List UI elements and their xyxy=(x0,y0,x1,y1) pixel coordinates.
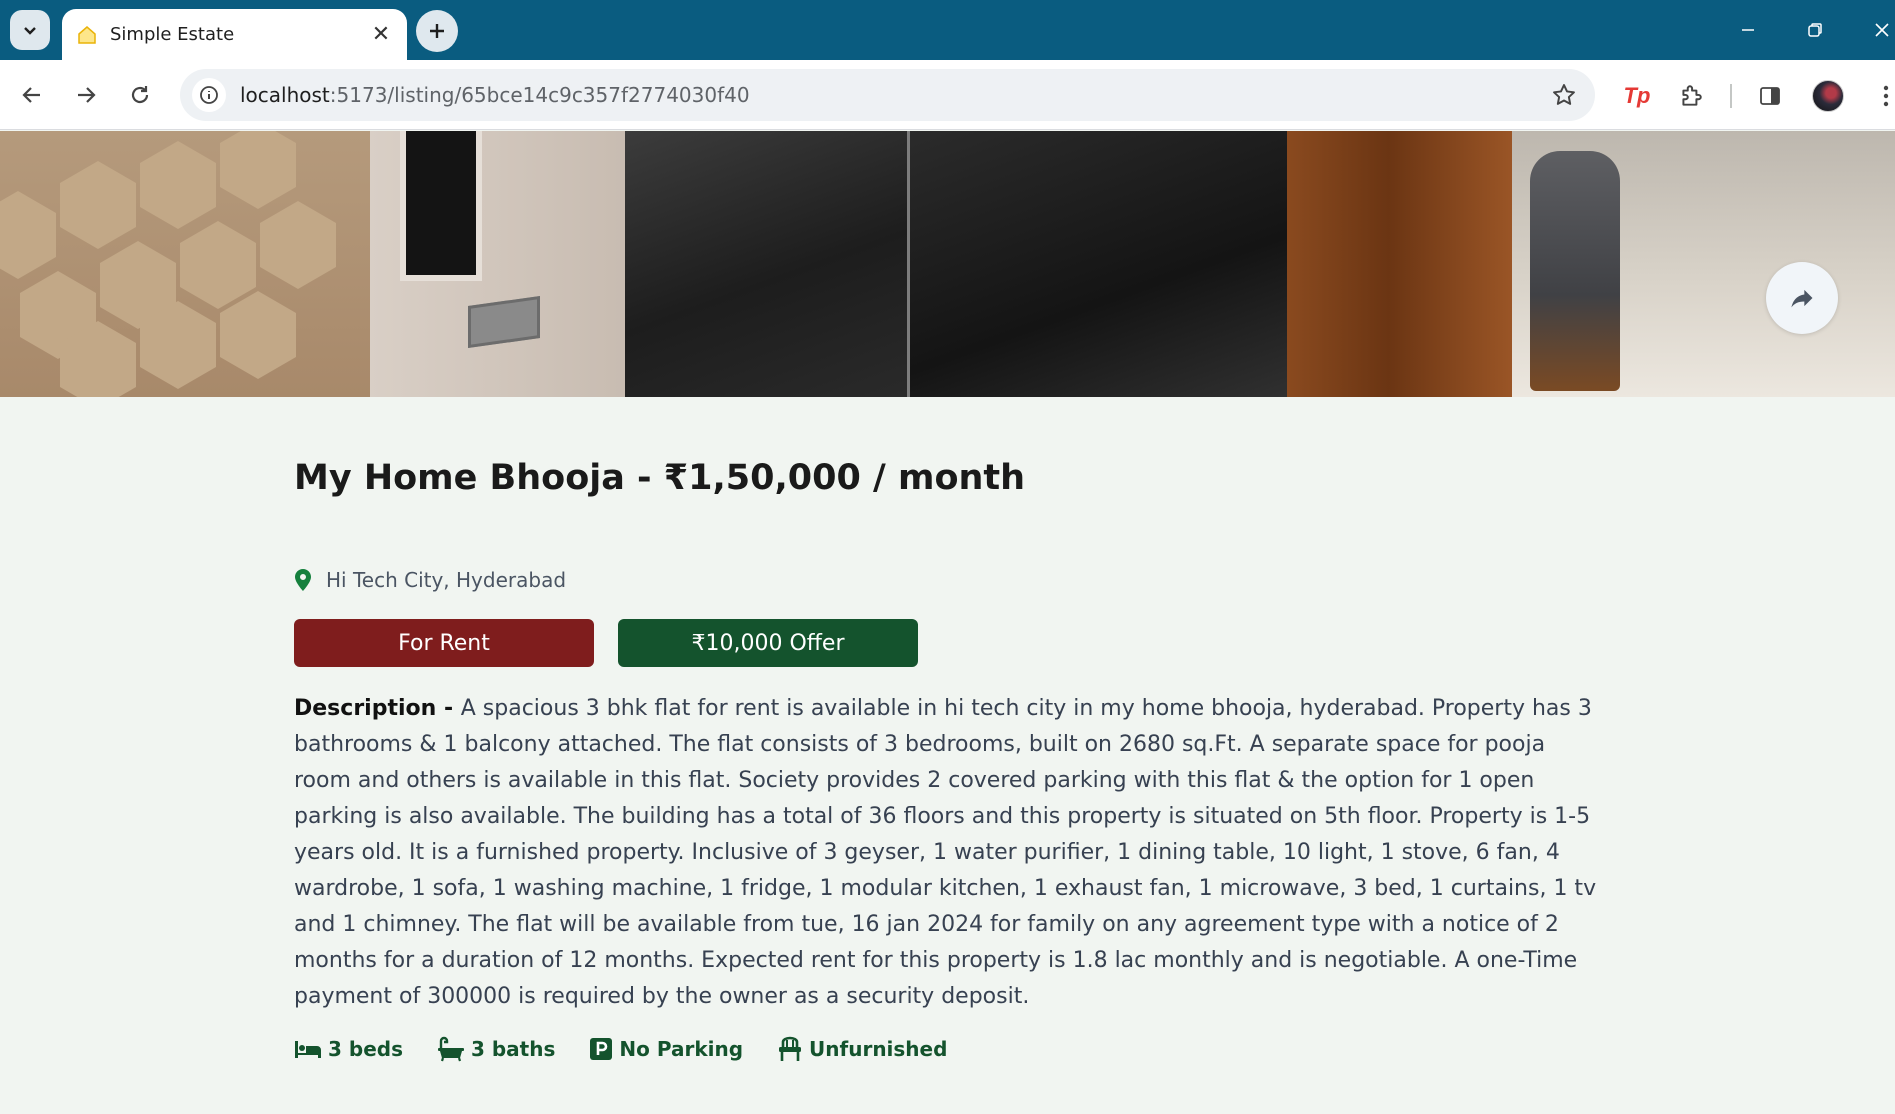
home-favicon-icon xyxy=(76,24,98,46)
browser-toolbar: localhost:5173/listing/65bce14c9c357f277… xyxy=(0,60,1895,130)
listing-badges: For Rent ₹10,000 Offer xyxy=(294,619,918,667)
location-text: Hi Tech City, Hyderabad xyxy=(326,568,567,592)
arrow-right-icon xyxy=(78,87,96,103)
address-bar[interactable]: localhost:5173/listing/65bce14c9c357f277… xyxy=(180,69,1595,121)
extensions-puzzle-icon[interactable] xyxy=(1673,78,1709,114)
listing-features: 3 beds 3 baths No Parking Unfurnished xyxy=(294,1036,947,1062)
minimize-window-button[interactable] xyxy=(1728,14,1768,46)
feature-furnished: Unfurnished xyxy=(777,1036,947,1062)
browser-tab-bar: Simple Estate ✕ xyxy=(0,0,1895,60)
new-tab-button[interactable] xyxy=(416,10,458,52)
restore-icon xyxy=(1808,23,1822,37)
close-icon xyxy=(1875,23,1889,37)
tab-close-icon[interactable]: ✕ xyxy=(369,22,393,47)
side-panel-icon[interactable] xyxy=(1752,78,1788,114)
url-text[interactable]: localhost:5173/listing/65bce14c9c357f277… xyxy=(240,83,750,107)
url-path: :5173/listing/65bce14c9c357f2774030f40 xyxy=(329,83,750,107)
arrow-left-icon xyxy=(22,87,40,103)
parking-label: No Parking xyxy=(619,1037,744,1061)
menu-kebab-icon[interactable] xyxy=(1868,78,1895,114)
bookmark-star-icon[interactable] xyxy=(1551,82,1577,112)
profile-avatar[interactable] xyxy=(1810,78,1846,114)
bed-icon xyxy=(295,1041,321,1058)
plus-icon xyxy=(430,24,444,38)
map-pin-icon xyxy=(294,569,312,591)
feature-parking: No Parking xyxy=(589,1036,743,1062)
browser-tab[interactable]: Simple Estate ✕ xyxy=(62,9,407,60)
share-button[interactable] xyxy=(1766,262,1838,334)
minimize-icon xyxy=(1742,29,1754,31)
for-rent-badge: For Rent xyxy=(294,619,594,667)
feature-beds: 3 beds xyxy=(294,1036,403,1062)
site-info-icon[interactable] xyxy=(192,78,226,112)
reload-icon xyxy=(131,86,149,104)
forward-button[interactable] xyxy=(68,77,104,113)
listing-location: Hi Tech City, Hyderabad xyxy=(294,568,566,592)
listing-description: Description - A spacious 3 bhk flat for … xyxy=(294,691,1604,1015)
feature-baths: 3 baths xyxy=(437,1036,555,1062)
tp-extension-icon[interactable]: Tp xyxy=(1619,78,1655,114)
toolbar-divider xyxy=(1730,84,1732,108)
listing-hero-image xyxy=(0,131,1895,397)
listing-title: My Home Bhooja - ₹1,50,000 / month xyxy=(294,458,1026,498)
offer-badge: ₹10,000 Offer xyxy=(618,619,918,667)
url-host: localhost xyxy=(240,83,330,107)
bath-icon xyxy=(437,1036,464,1062)
tab-search-button[interactable] xyxy=(10,10,50,50)
description-label: Description - xyxy=(294,696,461,721)
chevron-down-icon xyxy=(24,27,36,35)
share-icon xyxy=(1791,289,1813,308)
back-button[interactable] xyxy=(14,77,50,113)
tab-title: Simple Estate xyxy=(110,24,235,45)
close-window-button[interactable] xyxy=(1862,14,1895,46)
parking-icon xyxy=(590,1038,613,1060)
baths-label: 3 baths xyxy=(470,1037,556,1061)
chair-icon xyxy=(779,1036,802,1061)
furnished-label: Unfurnished xyxy=(809,1037,948,1061)
reload-button[interactable] xyxy=(122,77,158,113)
description-text: A spacious 3 bhk flat for rent is availa… xyxy=(294,696,1597,1009)
restore-window-button[interactable] xyxy=(1795,14,1835,46)
beds-label: 3 beds xyxy=(328,1037,403,1061)
